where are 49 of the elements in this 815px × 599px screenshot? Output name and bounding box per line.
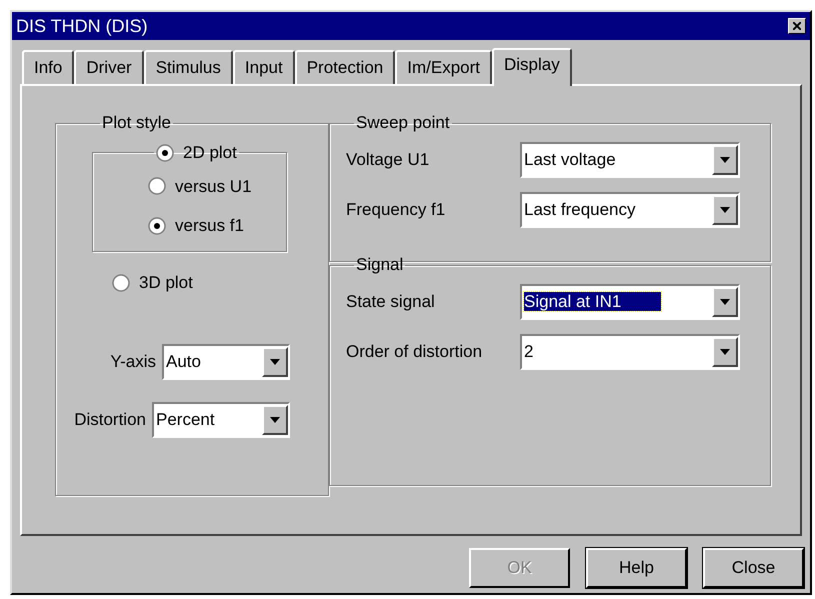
dropdown[interactable]: 2 [520, 334, 740, 370]
radio-option[interactable]: versus f1 [148, 213, 286, 238]
dropdown-arrow-button[interactable] [262, 404, 288, 434]
caret-icon [270, 416, 280, 422]
dropdown[interactable]: Signal at IN1 [520, 284, 740, 320]
radio-option[interactable]: 3D plot [112, 270, 328, 296]
tab[interactable]: Protection [294, 50, 396, 84]
dropdown-arrow-button[interactable] [712, 337, 738, 367]
group-title: Signal [356, 255, 404, 274]
field-label: Voltage U1 [346, 149, 430, 172]
dropdown[interactable]: Last voltage [520, 142, 740, 178]
field-label: Frequency f1 [346, 199, 446, 222]
tab[interactable]: Info [22, 50, 74, 84]
dropdown-value: Auto [166, 352, 201, 370]
dropdown-arrow-button[interactable] [712, 287, 738, 317]
group-title: Sweep point [356, 113, 450, 132]
dropdown-value: Percent [156, 410, 215, 428]
dropdown[interactable]: Last frequency [520, 192, 740, 228]
field-label: Order of distortion [346, 341, 482, 364]
field-label: State signal [346, 291, 435, 314]
caret-icon [720, 157, 730, 163]
radio-option[interactable]: versus U1 [148, 174, 286, 199]
dropdown-arrow-button[interactable] [262, 346, 288, 376]
dropdown[interactable]: Auto [162, 344, 290, 380]
dropdown-arrow-button[interactable] [712, 145, 738, 175]
tab[interactable]: Driver [74, 50, 144, 84]
field-label: Distortion [74, 408, 146, 431]
tab[interactable]: Input [232, 50, 295, 84]
window-title: DIS THDN (DIS) [16, 14, 148, 38]
close-button[interactable] [788, 18, 806, 34]
dropdown-value: Last voltage [524, 150, 616, 169]
radio-option[interactable]: 2D plot [156, 140, 237, 166]
caret-icon [720, 299, 730, 305]
dropdown-value: Last frequency [524, 200, 636, 219]
tab[interactable]: Display [492, 48, 572, 86]
dropdown-arrow-button[interactable] [712, 195, 738, 225]
caret-icon [720, 207, 730, 213]
field-label: Y-axis [110, 350, 156, 373]
tab[interactable]: Stimulus [144, 50, 233, 84]
dropdown[interactable]: Percent [152, 402, 290, 438]
close-icon [793, 22, 801, 30]
caret-icon [720, 349, 730, 355]
group-title: Plot style [102, 113, 171, 132]
tab[interactable]: Im/Export [395, 50, 492, 84]
dropdown-value: 2 [524, 342, 534, 361]
dialog-button[interactable]: Help [586, 548, 687, 588]
caret-icon [270, 358, 280, 364]
dialog-button[interactable]: Close [703, 548, 804, 588]
dropdown-value: Signal at IN1 [524, 292, 662, 311]
